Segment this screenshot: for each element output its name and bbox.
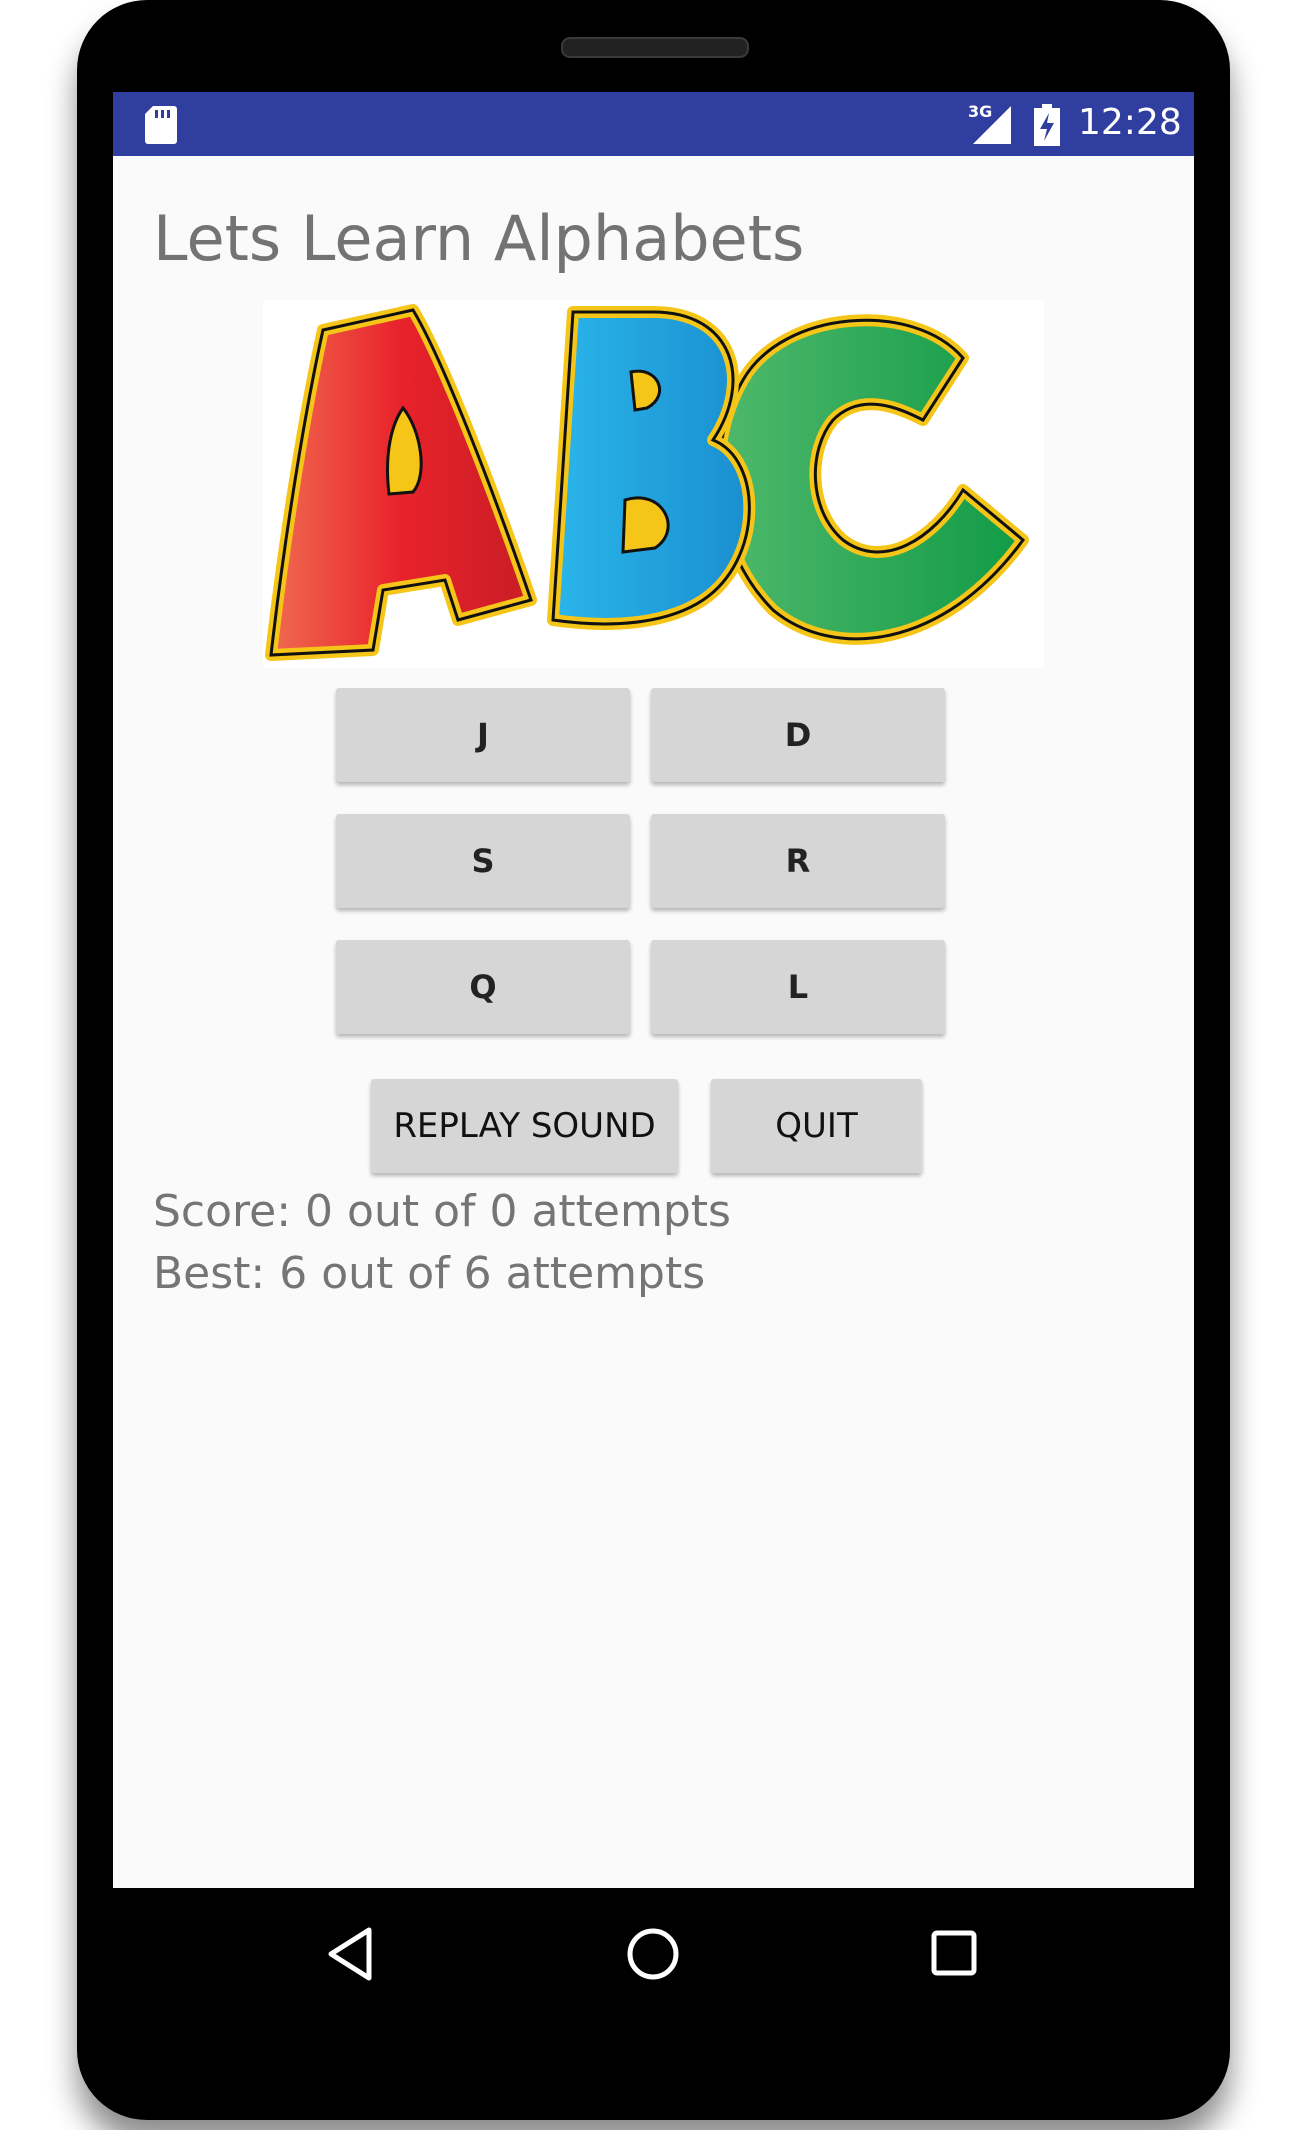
app-screen: 3G 12:28 Lets Learn Alphabets J D S R Q … [113,92,1194,1888]
letter-a-shape [265,304,537,661]
status-bar: 3G 12:28 [113,92,1194,156]
letter-button-d[interactable]: D [651,688,945,782]
home-icon[interactable] [625,1926,681,1982]
score-text: Score: 0 out of 0 attempts [153,1186,731,1237]
abc-letters-image [263,300,1044,668]
page-title: Lets Learn Alphabets [153,202,805,275]
letter-c-shape [713,314,1029,645]
quit-button[interactable]: QUIT [711,1079,922,1173]
back-icon[interactable] [325,1926,375,1982]
best-score-text: Best: 6 out of 6 attempts [153,1248,706,1299]
letter-button-j[interactable]: J [336,688,630,782]
status-clock: 12:28 [1078,102,1182,143]
letter-button-q[interactable]: Q [336,940,630,1034]
navigation-bar [113,1888,1194,2048]
letter-button-l[interactable]: L [651,940,945,1034]
phone-frame: 3G 12:28 Lets Learn Alphabets J D S R Q … [77,0,1230,2120]
battery-charging-icon [1034,104,1060,146]
replay-sound-button[interactable]: REPLAY SOUND [371,1079,678,1173]
sd-card-icon [145,106,177,144]
speaker-grille [561,37,749,58]
letter-button-s[interactable]: S [336,814,630,908]
letter-button-r[interactable]: R [651,814,945,908]
letter-b-shape [547,306,756,630]
recent-apps-icon[interactable] [931,1930,977,1976]
signal-icon [973,106,1011,144]
